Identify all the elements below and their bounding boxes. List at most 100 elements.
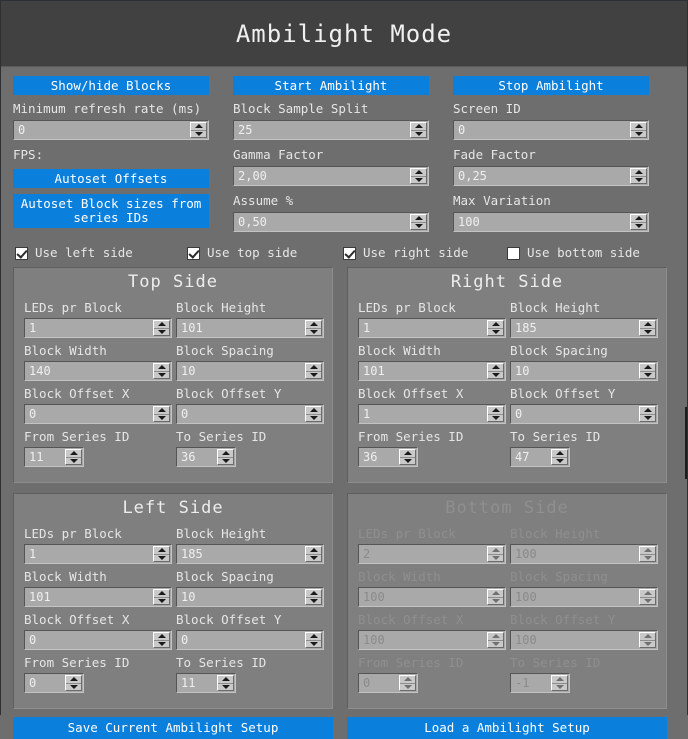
right-block-width-field[interactable]: 101 <box>358 361 506 381</box>
fade-factor-value[interactable]: 0,25 <box>454 167 630 185</box>
spinner[interactable] <box>305 363 322 379</box>
spinner-down-icon[interactable] <box>66 684 81 691</box>
spinner[interactable] <box>153 363 170 379</box>
field-value[interactable]: 1 <box>359 405 487 423</box>
spinner-down-icon[interactable] <box>154 641 169 648</box>
spinner-up-icon[interactable] <box>488 321 503 329</box>
spinner-down-icon[interactable] <box>154 372 169 379</box>
spinner[interactable] <box>487 406 504 422</box>
spinner-up-icon[interactable] <box>66 676 81 684</box>
checkbox-icon[interactable] <box>507 246 520 260</box>
spinner[interactable] <box>305 632 322 648</box>
spinner-up-icon[interactable] <box>552 450 567 458</box>
checkbox-use-top-side[interactable]: Use top side <box>187 245 343 261</box>
spinner[interactable] <box>305 546 322 562</box>
autoset-block-sizes-button[interactable]: Autoset Block sizes from series IDs <box>13 194 209 228</box>
screen-id-value[interactable]: 0 <box>454 121 630 139</box>
spinner-up-icon[interactable] <box>488 364 503 372</box>
spinner-up-icon[interactable] <box>411 215 426 223</box>
spinner-down-icon[interactable] <box>306 372 321 379</box>
right-block-spacing-field[interactable]: 10 <box>510 361 658 381</box>
spinner[interactable] <box>153 320 170 336</box>
gamma-factor-value[interactable]: 2,00 <box>234 167 410 185</box>
start-ambilight-button[interactable]: Start Ambilight <box>233 76 429 95</box>
spinner[interactable] <box>153 589 170 605</box>
top-leds-pr-block-field[interactable]: 1 <box>24 318 172 338</box>
top-block-offset-x-field[interactable]: 0 <box>24 404 172 424</box>
spinner-down-icon[interactable] <box>306 329 321 336</box>
screen-id-field[interactable]: 0 <box>453 120 649 140</box>
max-variation-value[interactable]: 100 <box>454 213 630 231</box>
top-to-series-id-field[interactable]: 36 <box>176 447 236 467</box>
field-value[interactable]: 140 <box>25 362 153 380</box>
fade-factor-field[interactable]: 0,25 <box>453 166 649 186</box>
spinner[interactable] <box>305 589 322 605</box>
right-block-offset-x-field[interactable]: 1 <box>358 404 506 424</box>
checkbox-icon[interactable] <box>15 246 28 260</box>
max-variation-field[interactable]: 100 <box>453 212 649 232</box>
spinner-up-icon[interactable] <box>640 321 655 329</box>
field-value[interactable]: 101 <box>359 362 487 380</box>
right-block-offset-y-field[interactable]: 0 <box>510 404 658 424</box>
field-value[interactable]: 1 <box>25 319 153 337</box>
spinner[interactable] <box>65 675 82 691</box>
field-value[interactable]: 36 <box>177 448 217 466</box>
right-leds-pr-block-field[interactable]: 1 <box>358 318 506 338</box>
spinner-up-icon[interactable] <box>631 169 646 177</box>
top-block-spacing-field[interactable]: 10 <box>176 361 324 381</box>
spinner[interactable] <box>305 320 322 336</box>
checkbox-use-left-side[interactable]: Use left side <box>15 245 187 261</box>
field-value[interactable]: 10 <box>177 362 305 380</box>
field-value[interactable]: 185 <box>511 319 639 337</box>
spinner-down-icon[interactable] <box>411 131 426 138</box>
field-value[interactable]: 0 <box>177 631 305 649</box>
spinner-down-icon[interactable] <box>411 177 426 184</box>
spinner-down-icon[interactable] <box>640 372 655 379</box>
gamma-factor-spinner[interactable] <box>410 168 427 184</box>
spinner[interactable] <box>153 546 170 562</box>
spinner-up-icon[interactable] <box>306 321 321 329</box>
spinner-down-icon[interactable] <box>488 415 503 422</box>
spinner-down-icon[interactable] <box>631 177 646 184</box>
checkbox-use-right-side[interactable]: Use right side <box>343 245 507 261</box>
field-value[interactable]: 0 <box>511 405 639 423</box>
spinner-down-icon[interactable] <box>552 458 567 465</box>
screen-id-spinner[interactable] <box>630 122 647 138</box>
vertical-scrollbar[interactable] <box>685 67 687 715</box>
load-setup-button[interactable]: Load a Ambilight Setup <box>347 717 667 739</box>
assume-percent-value[interactable]: 0,50 <box>234 213 410 231</box>
gamma-factor-field[interactable]: 2,00 <box>233 166 429 186</box>
block-sample-split-value[interactable]: 25 <box>234 121 410 139</box>
spinner-down-icon[interactable] <box>306 415 321 422</box>
spinner-down-icon[interactable] <box>640 329 655 336</box>
field-value[interactable]: 0 <box>25 405 153 423</box>
right-to-series-id-field[interactable]: 47 <box>510 447 570 467</box>
left-block-offset-x-field[interactable]: 0 <box>24 630 172 650</box>
right-block-height-field[interactable]: 185 <box>510 318 658 338</box>
spinner[interactable] <box>639 406 656 422</box>
spinner-up-icon[interactable] <box>218 676 233 684</box>
spinner-down-icon[interactable] <box>411 223 426 230</box>
field-value[interactable]: 0 <box>177 405 305 423</box>
spinner-up-icon[interactable] <box>306 590 321 598</box>
field-value[interactable]: 1 <box>25 545 153 563</box>
top-block-width-field[interactable]: 140 <box>24 361 172 381</box>
assume-percent-spinner[interactable] <box>410 214 427 230</box>
spinner-up-icon[interactable] <box>154 590 169 598</box>
spinner-down-icon[interactable] <box>218 684 233 691</box>
field-value[interactable]: 1 <box>359 319 487 337</box>
spinner[interactable] <box>551 449 568 465</box>
field-value[interactable]: 101 <box>25 588 153 606</box>
left-block-height-field[interactable]: 185 <box>176 544 324 564</box>
spinner-down-icon[interactable] <box>488 329 503 336</box>
spinner-down-icon[interactable] <box>191 131 206 138</box>
checkbox-icon[interactable] <box>187 246 200 260</box>
spinner-up-icon[interactable] <box>411 169 426 177</box>
spinner-up-icon[interactable] <box>306 633 321 641</box>
spinner[interactable] <box>153 632 170 648</box>
spinner-down-icon[interactable] <box>154 598 169 605</box>
spinner-down-icon[interactable] <box>631 131 646 138</box>
spinner-up-icon[interactable] <box>306 407 321 415</box>
min-refresh-rate-value[interactable]: 0 <box>14 121 190 139</box>
spinner[interactable] <box>639 320 656 336</box>
